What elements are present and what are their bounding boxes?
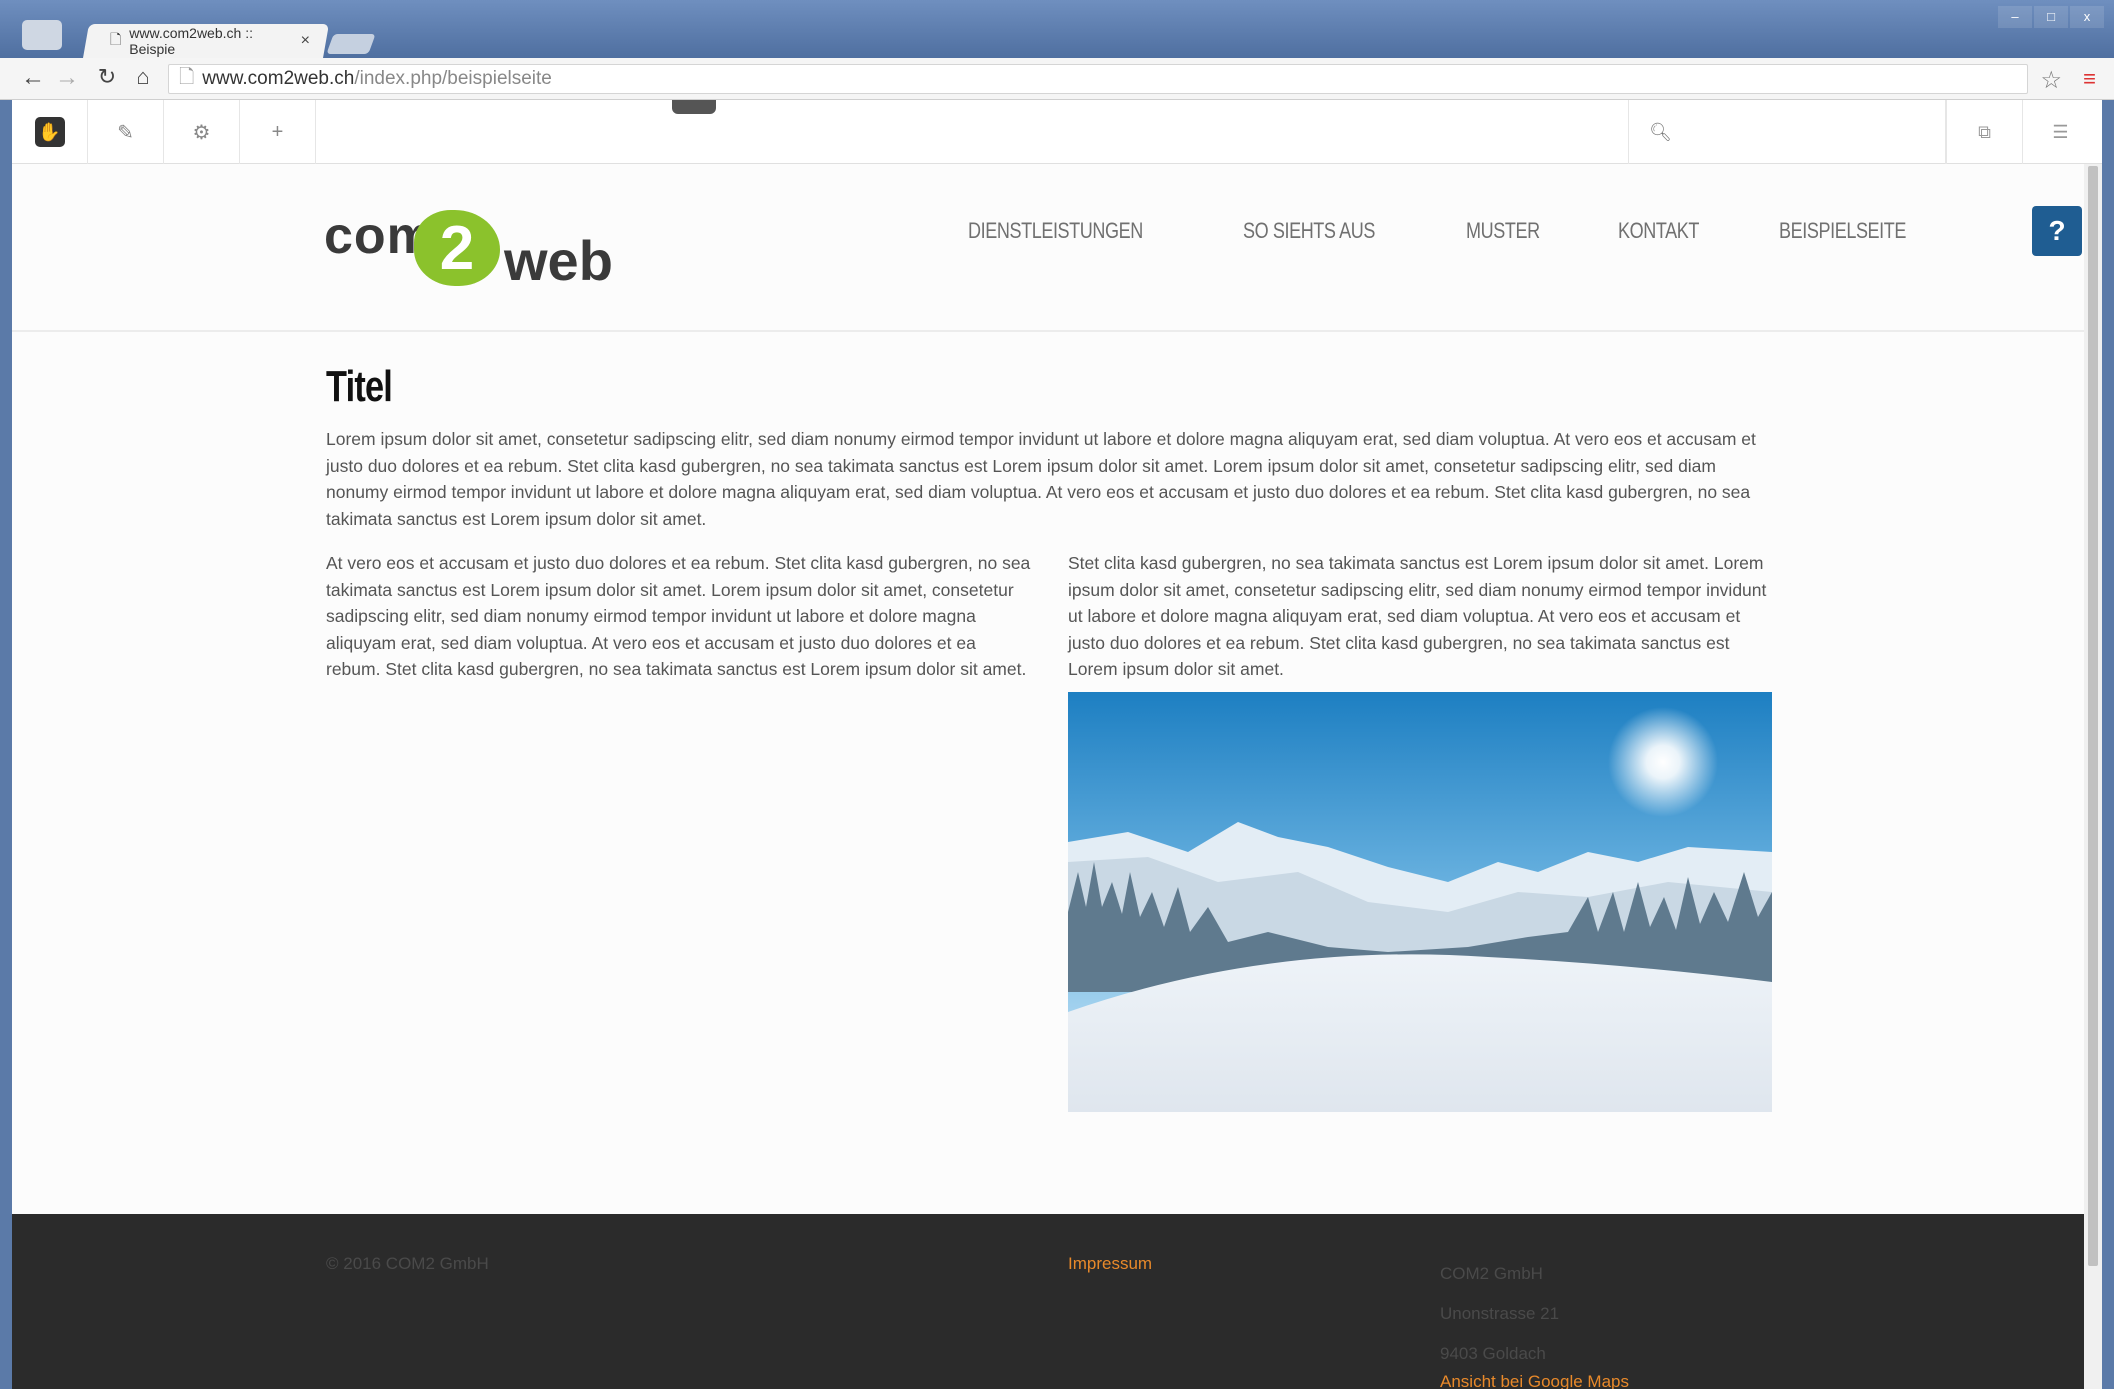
footer-impressum-link[interactable]: Impressum (1068, 1254, 1152, 1274)
tab-title: www.com2web.ch :: Beispie (129, 25, 253, 57)
cms-logo-button[interactable]: ✋ (12, 100, 88, 164)
page-icon: 🗋 (179, 67, 195, 88)
url-domain: www.com2web.ch (202, 68, 355, 89)
url-input[interactable]: 🗋 www.com2web.ch/index.php/beispielseite (168, 64, 2028, 94)
copy-icon: ⧉ (1978, 121, 1991, 142)
plus-icon: + (271, 120, 284, 143)
help-icon: ? (2048, 215, 2066, 246)
url-path: /index.php/beispielseite (354, 68, 552, 89)
edit-button[interactable]: ✎ (88, 100, 164, 164)
site-footer: © 2016 COM2 GmbH Impressum COM2 GmbH Uno… (12, 1214, 2084, 1389)
winter-landscape-image (1068, 692, 1772, 1112)
tab-close-icon[interactable]: × (301, 32, 310, 50)
page-icon: 🗋 (110, 31, 122, 47)
copy-button[interactable]: ⧉ (1946, 100, 2022, 164)
scrollbar-thumb[interactable] (2088, 166, 2098, 1266)
maximize-button[interactable]: □ (2034, 6, 2068, 28)
main-navigation: DIENSTLEISTUNGEN SO SIEHTS AUS MUSTER KO… (968, 218, 1934, 244)
nav-item-kontakt[interactable]: KONTAKT (1618, 218, 1699, 244)
pencil-icon: ✎ (117, 121, 134, 144)
close-window-button[interactable]: x (2070, 6, 2104, 28)
nav-item-so-siehts-aus[interactable]: SO SIEHTS AUS (1243, 218, 1375, 244)
toolbar-pull-tab[interactable] (672, 100, 716, 114)
footer-google-maps-link[interactable]: Ansicht bei Google Maps (1440, 1372, 1629, 1389)
site-header: com 2 web DIENSTLEISTUNGEN SO SIEHTS AUS… (12, 164, 2084, 332)
footer-city: 9403 Goldach (1440, 1344, 1546, 1363)
sliders-icon: ☰ (2052, 121, 2069, 142)
right-column-text: Stet clita kasd gubergren, no sea takima… (1068, 553, 1767, 679)
home-icon[interactable]: ⌂ (128, 64, 158, 90)
nav-item-beispielseite[interactable]: BEISPIELSEITE (1779, 218, 1906, 244)
intro-paragraph: Lorem ipsum dolor sit amet, consetetur s… (326, 429, 1756, 529)
site-logo[interactable]: com 2 web (324, 198, 644, 308)
footer-street: Unonstrasse 21 (1440, 1304, 1560, 1323)
nav-item-dienstleistungen[interactable]: DIENSTLEISTUNGEN (968, 218, 1143, 244)
window-controls: – □ x (1998, 6, 2104, 28)
page-viewport: com 2 web DIENSTLEISTUNGEN SO SIEHTS AUS… (12, 164, 2084, 1389)
vertical-scrollbar[interactable] (2084, 164, 2102, 1389)
footer-company: COM2 GmbH (1440, 1264, 1543, 1283)
new-tab-button[interactable] (326, 34, 376, 54)
minimize-button[interactable]: – (1998, 6, 2032, 28)
left-column-text: At vero eos et accusam et justo duo dolo… (326, 553, 1031, 679)
back-arrow-icon[interactable]: ← (18, 64, 48, 92)
help-button[interactable]: ? (2032, 206, 2082, 256)
search-icon: 🔍︎ (1649, 121, 1672, 142)
cms-search-field[interactable]: 🔍︎ (1628, 100, 1946, 164)
gear-icon: ⚙ (192, 121, 211, 144)
add-button[interactable]: + (240, 100, 316, 164)
nav-item-muster[interactable]: MUSTER (1466, 218, 1540, 244)
bookmark-star-icon[interactable]: ☆ (2040, 66, 2062, 95)
panel-settings-button[interactable]: ☰ (2022, 100, 2098, 164)
forward-arrow-icon[interactable]: → (52, 64, 82, 92)
cms-toolbar: ✋ ✎ ⚙ + 🔍︎ ⧉ ☰ (12, 100, 2102, 164)
footer-copyright: © 2016 COM2 GmbH (326, 1254, 489, 1273)
logo-text-web: web (504, 229, 613, 292)
address-bar-row: ← → ↻ ⌂ 🗋 www.com2web.ch/index.php/beisp… (0, 58, 2114, 100)
browser-titlebar: 🗋 www.com2web.ch :: Beispie × – □ x (0, 0, 2114, 58)
reload-icon[interactable]: ↻ (92, 64, 122, 90)
browser-profile-icon[interactable] (22, 20, 62, 50)
footer-address: COM2 GmbH Unonstrasse 21 9403 Goldach (1440, 1254, 1559, 1374)
browser-tab[interactable]: 🗋 www.com2web.ch :: Beispie × (92, 25, 322, 57)
settings-button[interactable]: ⚙ (164, 100, 240, 164)
menu-icon[interactable]: ≡ (2083, 66, 2096, 92)
logo-text-2: 2 (414, 210, 500, 286)
page-title: Titel (326, 362, 393, 411)
cms-logo-icon: ✋ (34, 117, 65, 147)
